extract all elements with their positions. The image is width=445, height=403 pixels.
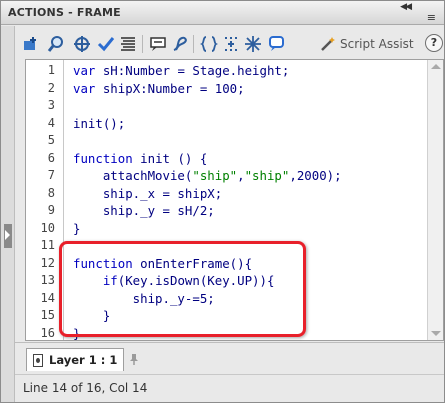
cursor-position-status: Line 14 of 16, Col 14 <box>23 381 148 395</box>
collapse-panel-icon[interactable]: ◀◀ <box>400 2 412 12</box>
add-script-item-icon[interactable] <box>22 35 40 53</box>
pin-script-icon[interactable] <box>128 353 140 365</box>
line-number: 1 <box>47 63 55 77</box>
code-line: attachMovie("ship","ship",2000); <box>73 168 342 183</box>
line-number: 7 <box>47 168 55 182</box>
find-icon[interactable] <box>47 35 65 53</box>
frame-script-icon <box>33 353 43 367</box>
line-number: 12 <box>40 255 55 270</box>
script-navigator-collapsed <box>1 26 15 402</box>
line-number: 3 <box>47 98 55 112</box>
line-number: 10 <box>40 220 55 235</box>
vertical-scrollbar[interactable] <box>427 60 443 340</box>
line-number: 16 <box>40 325 55 340</box>
panel-titlebar[interactable]: ACTIONS - FRAME ◀◀ ≡ <box>1 1 444 25</box>
actions-panel: ACTIONS - FRAME ◀◀ ≡ Script Assist ? 1 2… <box>0 0 445 403</box>
script-assist-button[interactable]: Script Assist <box>320 34 414 54</box>
line-number: 11 <box>40 238 55 252</box>
code-line: var shipX:Number = 100; <box>73 80 245 96</box>
collapse-selection-icon[interactable] <box>222 35 240 53</box>
tab-label: Layer 1 : 1 <box>49 353 118 367</box>
help-icon[interactable]: ? <box>425 34 443 52</box>
code-line: ship._y = sH/2; <box>73 203 215 218</box>
script-tab-bar: Layer 1 : 1 <box>15 342 444 374</box>
toolbar-separator <box>193 35 194 53</box>
insert-target-path-icon[interactable] <box>73 35 91 53</box>
expand-all-icon[interactable] <box>244 35 262 53</box>
scroll-up-icon[interactable] <box>431 64 441 69</box>
code-line: ship._x = shipX; <box>73 185 223 201</box>
code-line: } <box>73 220 81 236</box>
line-number: 5 <box>47 133 55 147</box>
toolbar-separator <box>142 35 143 53</box>
status-bar: Line 14 of 16, Col 14 <box>15 374 444 402</box>
panel-menu-icon[interactable]: ≡ <box>427 12 436 23</box>
script-assist-label: Script Assist <box>340 37 414 51</box>
check-syntax-icon[interactable] <box>97 35 115 53</box>
line-number: 4 <box>47 115 55 130</box>
apply-block-comment-icon[interactable] <box>267 35 285 53</box>
tab-layer-1[interactable]: Layer 1 : 1 <box>26 348 124 371</box>
scroll-down-icon[interactable] <box>431 331 441 336</box>
magic-wand-icon <box>321 37 335 51</box>
line-number: 14 <box>40 290 55 305</box>
line-number: 2 <box>47 80 55 95</box>
actions-toolbar: Script Assist ? <box>15 26 444 59</box>
panel-title: ACTIONS - FRAME <box>8 6 121 19</box>
line-number: 15 <box>40 308 55 322</box>
line-number: 6 <box>47 150 55 165</box>
show-code-hint-icon[interactable] <box>149 35 167 53</box>
collapse-between-braces-icon[interactable] <box>200 35 218 53</box>
expand-arrow-icon <box>5 230 10 240</box>
line-number: 9 <box>47 203 55 217</box>
code-line: init(); <box>73 115 126 131</box>
debug-options-icon[interactable] <box>171 35 189 53</box>
line-number: 8 <box>47 185 55 200</box>
line-number: 13 <box>40 273 55 287</box>
auto-format-icon[interactable] <box>119 35 137 53</box>
code-highlight-annotation <box>59 241 306 337</box>
code-line: var sH:Number = Stage.height; <box>73 63 290 78</box>
code-line: function init () { <box>73 150 208 166</box>
